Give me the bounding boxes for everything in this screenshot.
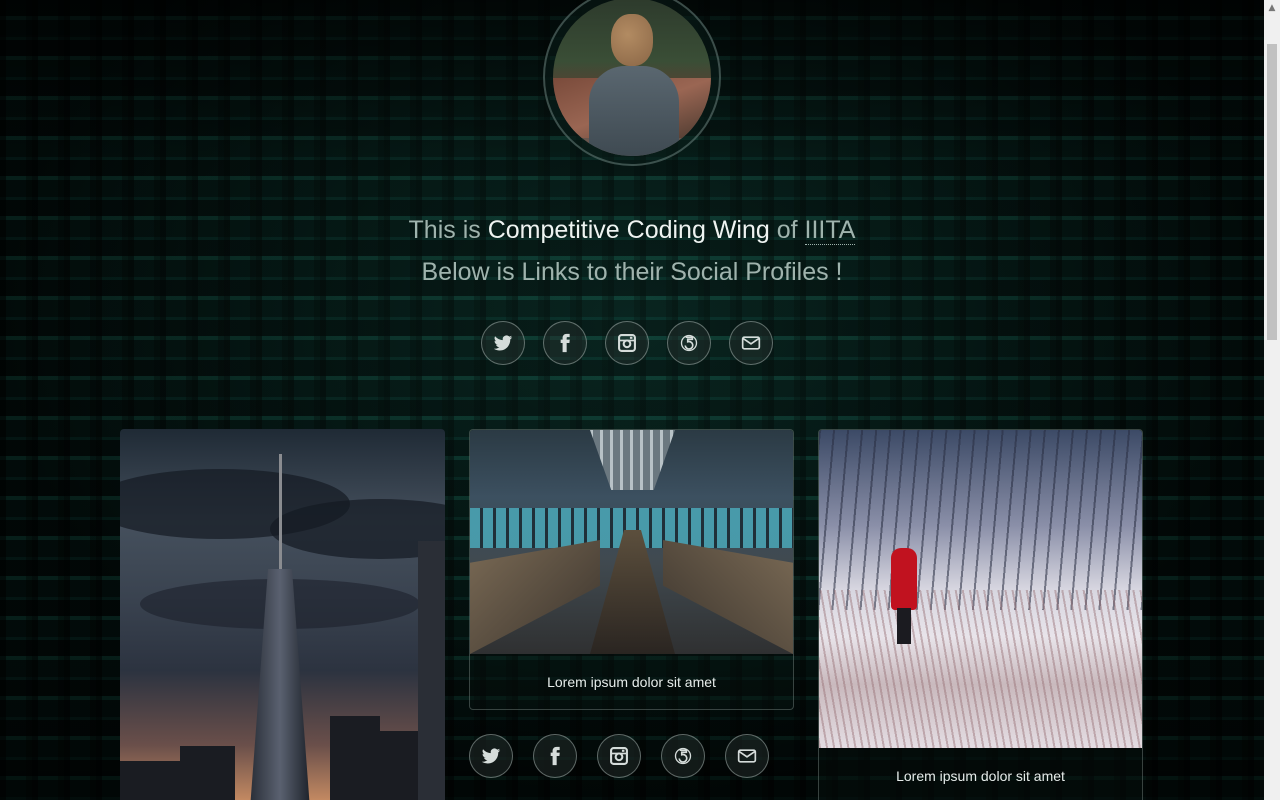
social-links-bottom (469, 734, 769, 778)
hero-headline: This is Competitive Coding Wing of IIITA (0, 212, 1264, 248)
avatar-photo (553, 0, 711, 156)
email-button[interactable] (725, 734, 769, 778)
subway-image (470, 430, 793, 654)
social-links-top (481, 321, 773, 365)
500px-button[interactable] (661, 734, 705, 778)
twitter-icon (481, 748, 501, 764)
email-button[interactable] (729, 321, 773, 365)
scroll-up-arrow-icon[interactable]: ▲ (1264, 0, 1280, 16)
page-content: This is Competitive Coding Wing of IIITA… (0, 0, 1264, 800)
facebook-icon (560, 333, 570, 353)
card-caption: Lorem ipsum dolor sit amet (896, 768, 1065, 784)
headline-mid: of (769, 216, 805, 244)
gallery-card-snow[interactable]: Lorem ipsum dolor sit amet (818, 429, 1143, 800)
headline-abbr[interactable]: IIITA (804, 216, 856, 245)
envelope-icon (741, 336, 761, 350)
instagram-icon (610, 747, 628, 765)
hero-subline: Below is Links to their Social Profiles … (421, 258, 843, 286)
500px-button[interactable] (667, 321, 711, 365)
city-image (120, 429, 445, 800)
facebook-button[interactable] (533, 734, 577, 778)
headline-strong: Competitive Coding Wing (487, 216, 770, 244)
twitter-button[interactable] (481, 321, 525, 365)
envelope-icon (737, 749, 757, 763)
instagram-button[interactable] (597, 734, 641, 778)
twitter-button[interactable] (469, 734, 513, 778)
page-scrollbar[interactable]: ▲ (1264, 0, 1280, 800)
instagram-icon (618, 334, 636, 352)
500px-icon (680, 334, 698, 352)
facebook-icon (550, 746, 560, 766)
snow-image (819, 430, 1142, 748)
gallery-card-city[interactable] (120, 429, 445, 800)
gallery-card-subway[interactable]: Lorem ipsum dolor sit amet (469, 429, 794, 710)
scrollbar-thumb[interactable] (1267, 44, 1277, 340)
facebook-button[interactable] (543, 321, 587, 365)
profile-avatar (543, 0, 721, 166)
instagram-button[interactable] (605, 321, 649, 365)
card-caption: Lorem ipsum dolor sit amet (547, 674, 716, 690)
headline-prefix: This is (408, 216, 488, 244)
500px-icon (674, 747, 692, 765)
twitter-icon (493, 335, 513, 351)
